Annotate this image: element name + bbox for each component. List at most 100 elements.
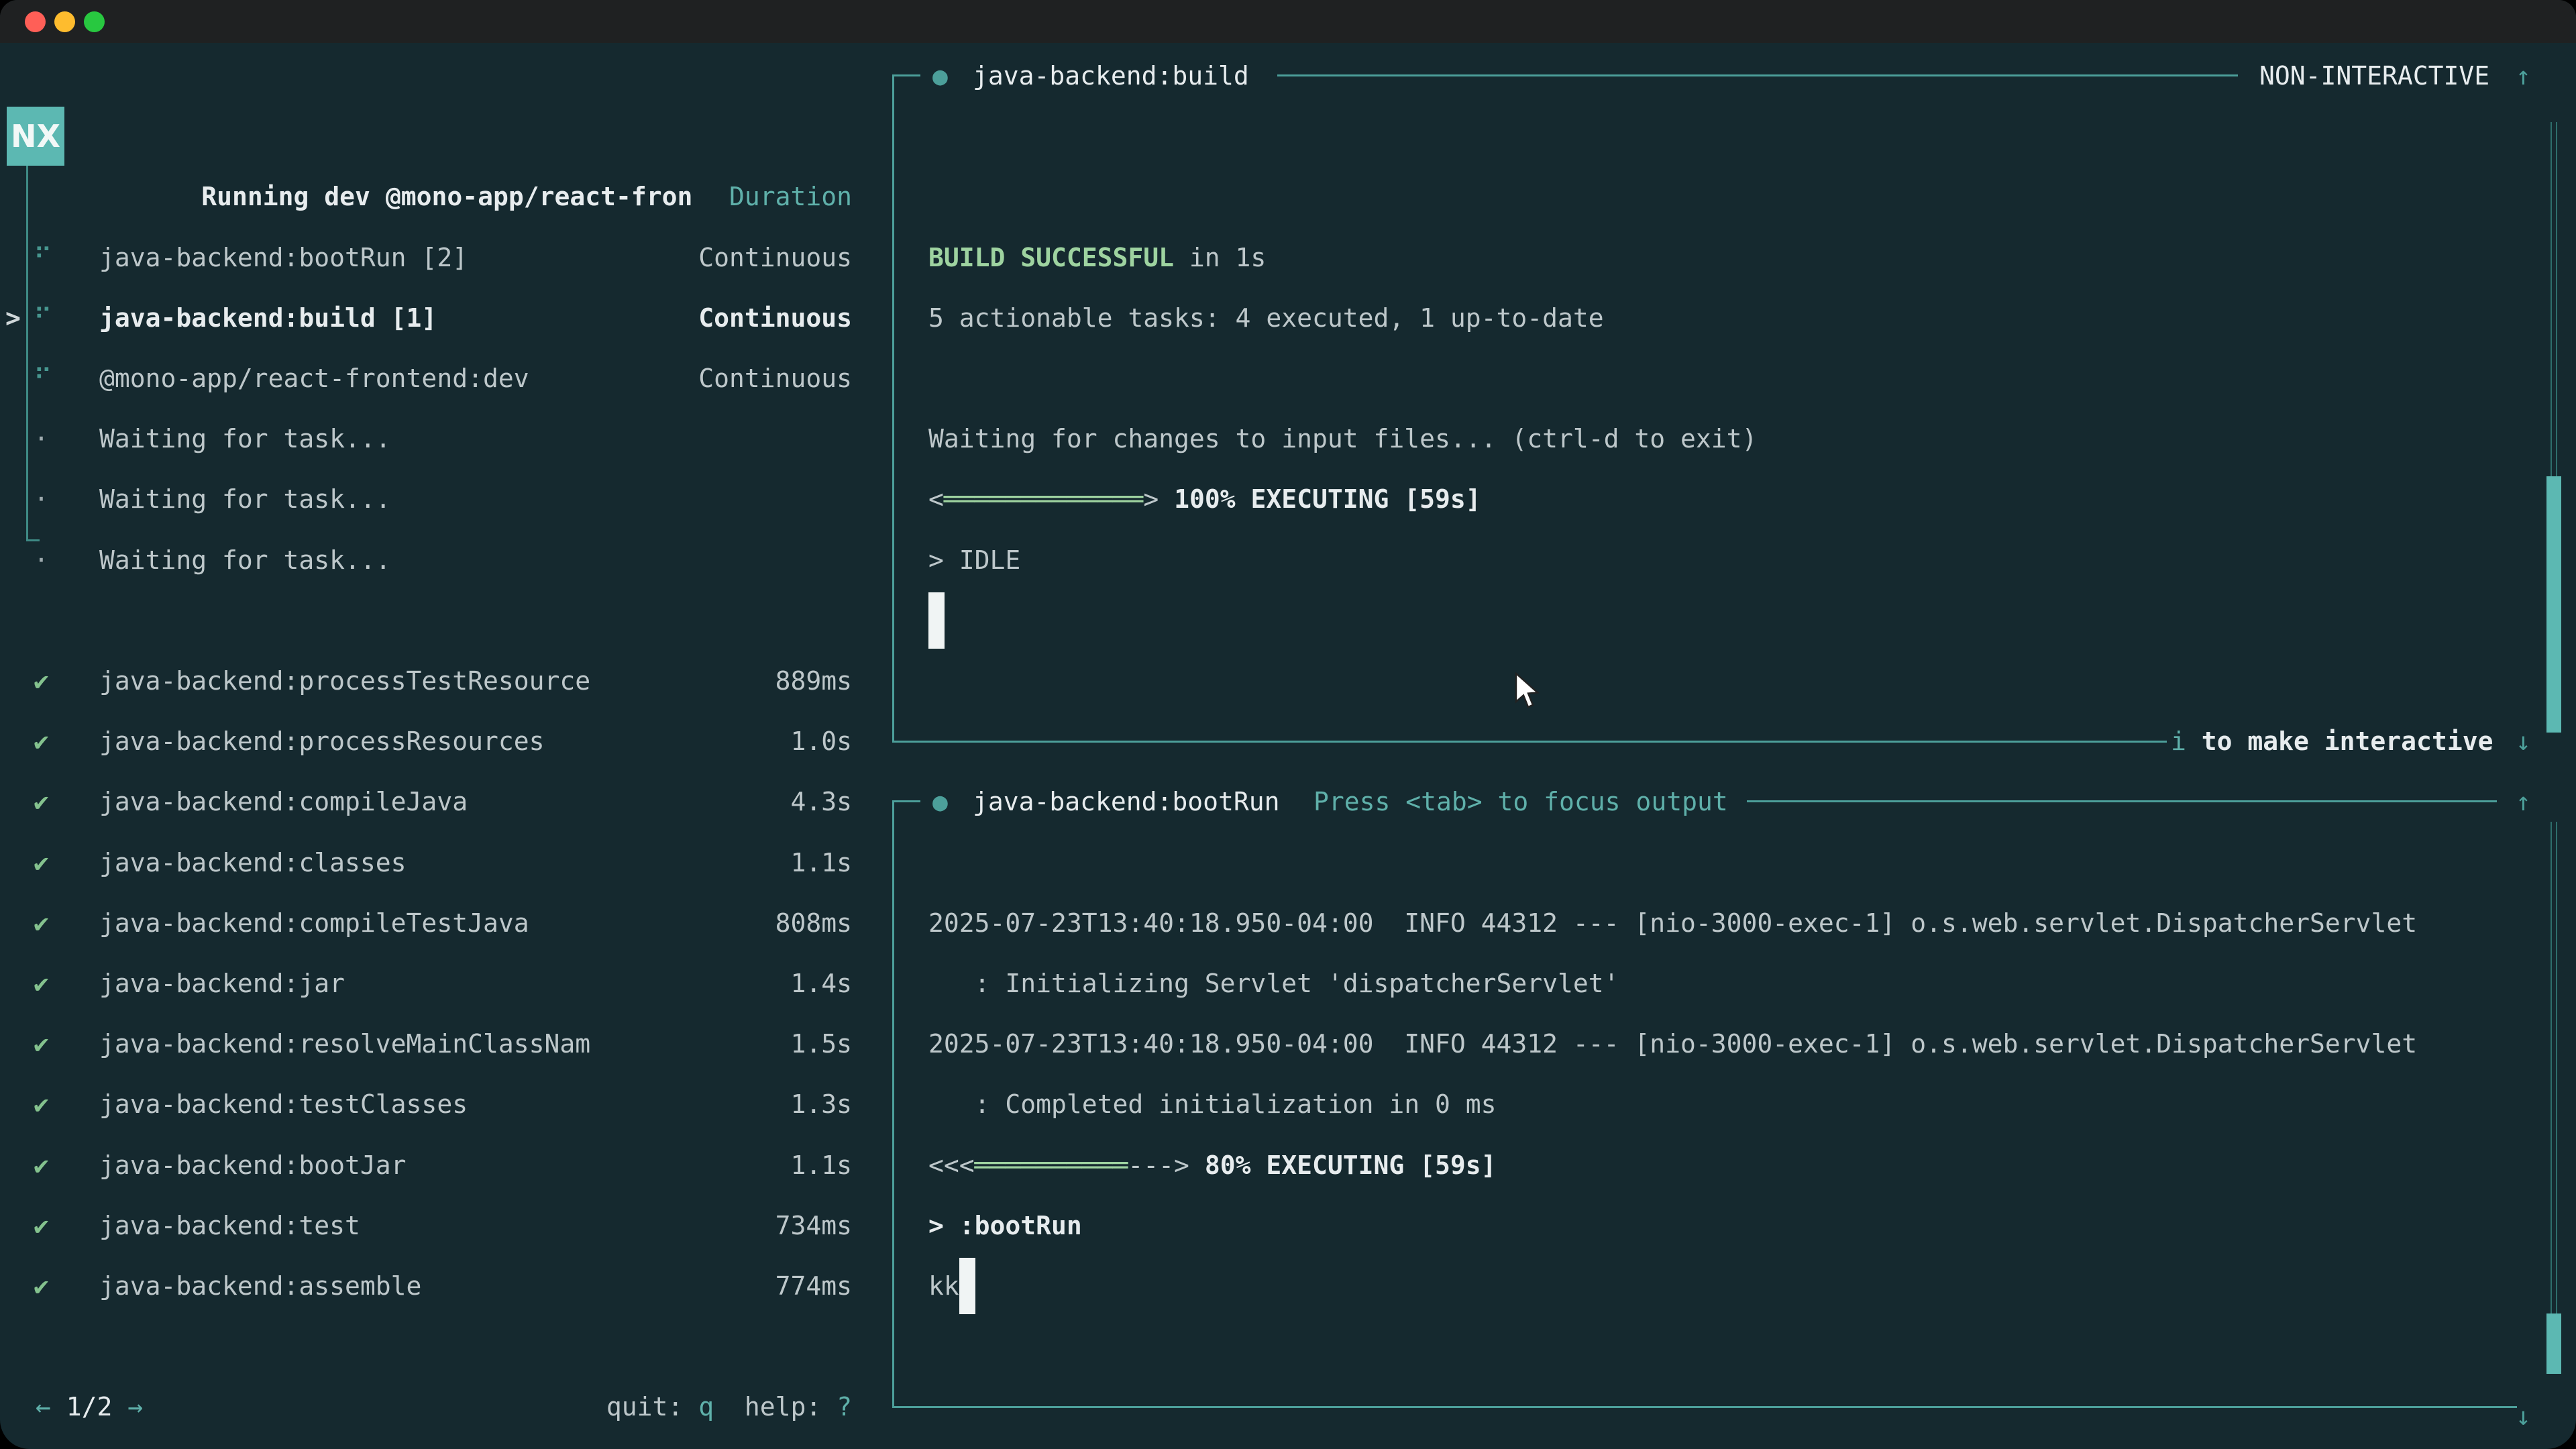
terminal-text: Waiting for changes to input files... (c… <box>928 424 1757 453</box>
terminal-text: 100% EXECUTING [59s] <box>1159 484 1481 514</box>
task-label: java-backend:assemble <box>99 1256 421 1316</box>
terminal-line: 5 actionable tasks: 4 executed, 1 up-to-… <box>928 288 1604 348</box>
spinner-icon: ⠋ <box>34 227 52 288</box>
terminal-line: 2025-07-23T13:40:18.950-04:00 INFO 44312… <box>928 1014 2417 1074</box>
build-scrollbar-track[interactable] <box>2551 122 2557 476</box>
help-label: help: <box>714 1392 837 1421</box>
terminal-line: BUILD SUCCESSFUL in 1s <box>928 227 1266 288</box>
task-row[interactable]: ✔java-backend:processTestResource889ms <box>0 651 852 711</box>
bootrun-scroll-down-icon[interactable]: ↓ <box>2516 1401 2531 1431</box>
task-row[interactable]: ✔java-backend:compileJava4.3s <box>0 771 852 832</box>
interactive-hint-key: i <box>2171 727 2186 756</box>
help-key: ? <box>837 1392 852 1421</box>
terminal-text: in 1s <box>1174 243 1266 272</box>
task-duration: 1.1s <box>790 1135 852 1195</box>
task-row[interactable]: ⠋ java-backend:bootRun [2] Continuous <box>0 227 852 288</box>
build-panel-title: java-backend:build <box>973 61 1249 91</box>
bootrun-scrollbar-track[interactable] <box>2551 822 2557 1313</box>
quit-label: quit: <box>606 1392 698 1421</box>
selected-task-marker-icon: > <box>5 288 21 348</box>
task-duration: 808ms <box>775 893 852 953</box>
build-panel-border-bottom <box>892 741 2167 743</box>
task-duration: 1.5s <box>790 1014 852 1074</box>
check-icon: ✔ <box>34 953 49 1014</box>
task-row[interactable]: ·Waiting for task... <box>0 530 852 590</box>
task-duration: 1.0s <box>790 711 852 771</box>
task-label: java-backend:test <box>99 1195 360 1256</box>
check-icon: ✔ <box>34 1195 49 1256</box>
task-label: java-backend:resolveMainClassNam <box>99 1014 590 1074</box>
terminal-line: > :bootRun <box>928 1195 1082 1256</box>
close-button[interactable] <box>25 11 46 32</box>
terminal-text: > <box>1143 484 1159 514</box>
task-label: Waiting for task... <box>99 469 391 529</box>
terminal-text: ---> <box>1128 1150 1189 1180</box>
quit-key: q <box>698 1392 714 1421</box>
task-row[interactable]: ✔ java-backend:classes 1.1s <box>0 833 852 893</box>
task-row[interactable]: ✔java-backend:bootJar1.1s <box>0 1135 852 1195</box>
task-duration: 1.1s <box>790 833 852 893</box>
task-label: java-backend:bootRun [2] <box>99 227 468 288</box>
build-panel-border-top-stub <box>892 74 920 76</box>
zoom-button[interactable] <box>84 11 105 32</box>
spinner-icon: ⠋ <box>34 348 52 409</box>
build-panel-border-left <box>892 74 894 743</box>
bootrun-scrollbar-thumb[interactable] <box>2546 1313 2561 1374</box>
dot-icon: · <box>34 469 49 529</box>
bootrun-scroll-up-icon[interactable]: ↑ <box>2516 787 2531 816</box>
task-label: java-backend:compileJava <box>99 771 468 832</box>
task-row[interactable]: ✔java-backend:processResources1.0s <box>0 711 852 771</box>
terminal-line: kk <box>928 1256 975 1316</box>
task-row[interactable]: ✔java-backend:assemble774ms <box>0 1256 852 1316</box>
task-row[interactable]: ⠋@mono-app/react-frontend:devContinuous <box>0 348 852 409</box>
terminal-text: < <box>928 484 944 514</box>
task-label: java-backend:processResources <box>99 711 544 771</box>
task-row[interactable]: >⠋java-backend:build [1]Continuous <box>0 288 852 348</box>
check-icon: ✔ <box>34 1014 49 1074</box>
build-scroll-down-icon[interactable]: ↓ <box>2516 727 2531 756</box>
bootrun-panel-title: java-backend:bootRun <box>973 787 1280 816</box>
check-icon: ✔ <box>34 1256 49 1316</box>
spinner-icon: ⠋ <box>34 288 52 348</box>
check-icon: ✔ <box>34 651 49 711</box>
minimize-button[interactable] <box>54 11 75 32</box>
task-row[interactable]: ·Waiting for task... <box>0 409 852 469</box>
mouse-cursor <box>1515 672 1544 717</box>
task-duration: Continuous <box>698 288 852 348</box>
task-label: java-backend:jar <box>99 953 345 1014</box>
build-scroll-up-icon[interactable]: ↑ <box>2516 61 2531 91</box>
task-label: java-backend:processTestResource <box>99 651 590 711</box>
task-label: java-backend:compileTestJava <box>99 893 529 953</box>
terminal-text: > :bootRun <box>928 1211 1082 1240</box>
task-duration: 734ms <box>775 1195 852 1256</box>
task-row[interactable]: ✔java-backend:testClasses1.3s <box>0 1074 852 1134</box>
check-icon: ✔ <box>34 1074 49 1134</box>
task-duration: 1.3s <box>790 1074 852 1134</box>
bootrun-panel-border-bottom <box>892 1406 2517 1408</box>
task-duration: 4.3s <box>790 771 852 832</box>
task-row[interactable]: ✔ java-backend:compileTestJava 808ms <box>0 893 852 953</box>
check-icon: ✔ <box>34 893 49 953</box>
build-panel-header-rule <box>1277 74 2238 76</box>
terminal-line: : Initializing Servlet 'dispatcherServle… <box>928 953 1619 1014</box>
noninteractive-badge: NON-INTERACTIVE <box>2259 61 2489 91</box>
task-row[interactable]: ✔ java-backend:resolveMainClassNam 1.5s <box>0 1014 852 1074</box>
terminal-line: <<<══════════---> 80% EXECUTING [59s] <box>928 1135 1497 1195</box>
terminal-text: 80% EXECUTING [59s] <box>1189 1150 1497 1180</box>
terminal-line: 2025-07-23T13:40:18.950-04:00 INFO 44312… <box>928 893 2417 953</box>
task-label: java-backend:bootJar <box>99 1135 407 1195</box>
block-cursor <box>928 592 945 649</box>
task-row[interactable]: ✔ java-backend:test 734ms <box>0 1195 852 1256</box>
keybind-hints: quit: q help: ? <box>0 1377 852 1437</box>
terminal-line: <═════════════> 100% EXECUTING [59s] <box>928 469 1481 529</box>
task-label: java-backend:classes <box>99 833 407 893</box>
check-icon: ✔ <box>34 833 49 893</box>
task-row[interactable]: ✔java-backend:jar1.4s <box>0 953 852 1014</box>
build-scrollbar-thumb[interactable] <box>2546 476 2561 733</box>
block-cursor <box>959 1258 975 1314</box>
terminal-line <box>928 590 945 651</box>
task-duration: Continuous <box>698 227 852 288</box>
terminal-text: 2025-07-23T13:40:18.950-04:00 INFO 44312… <box>928 908 2417 938</box>
terminal-text: BUILD SUCCESSFUL <box>928 243 1174 272</box>
task-row[interactable]: · Waiting for task... <box>0 469 852 529</box>
